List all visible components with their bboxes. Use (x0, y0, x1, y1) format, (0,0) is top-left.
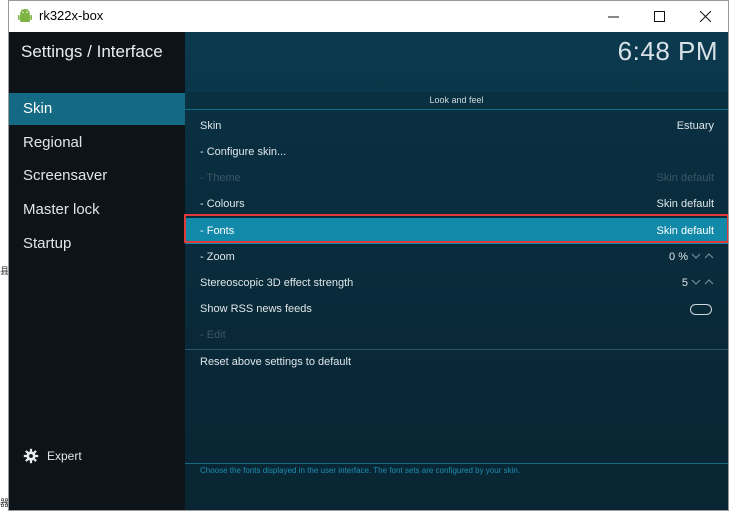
window-title: rk322x-box (39, 8, 104, 23)
setting-label: Stereoscopic 3D effect strength (200, 277, 354, 289)
section-header: Look and feel (429, 95, 484, 105)
clock: 6:48 PM (617, 36, 718, 66)
rss-toggle[interactable] (690, 304, 712, 315)
chevron-up-icon (704, 253, 714, 259)
setting-zoom[interactable]: - Zoom 0 % (185, 244, 728, 270)
chevron-down-icon (691, 253, 701, 259)
setting-label: Skin (200, 120, 222, 132)
sidebar-item-skin[interactable]: Skin (9, 93, 185, 125)
setting-value: 0 % (669, 251, 688, 263)
setting-label: - Edit (200, 329, 226, 341)
setting-stereoscopic-strength[interactable]: Stereoscopic 3D effect strength 5 (185, 270, 728, 296)
settings-main: 6:48 PM Look and feel Skin Estuary - Con… (184, 32, 728, 510)
android-icon (18, 9, 32, 22)
stereo-spinner[interactable] (691, 277, 714, 287)
setting-label: - Theme (200, 172, 241, 184)
settings-sidebar: Settings / Interface Skin Regional Scree… (9, 32, 185, 510)
help-divider (185, 463, 728, 464)
setting-label: Show RSS news feeds (200, 303, 312, 315)
expert-level-button[interactable]: Expert (23, 446, 82, 466)
maximize-button[interactable] (636, 1, 682, 32)
setting-theme: - Theme Skin default (185, 165, 728, 191)
sidebar-item-startup[interactable]: Startup (9, 228, 185, 260)
setting-show-rss[interactable]: Show RSS news feeds (185, 296, 728, 322)
setting-configure-skin[interactable]: - Configure skin... (185, 139, 728, 165)
gear-icon (23, 448, 39, 464)
setting-edit: - Edit (185, 322, 728, 348)
page-title: Settings / Interface (21, 42, 163, 61)
sidebar-item-screensaver[interactable]: Screensaver (9, 160, 185, 192)
maximize-icon (653, 11, 665, 22)
setting-label: - Zoom (200, 251, 235, 263)
settings-panel: Look and feel Skin Estuary - Configure s… (184, 92, 728, 510)
zoom-spinner[interactable] (691, 251, 714, 261)
setting-value: Estuary (676, 120, 714, 132)
help-text: Choose the fonts displayed in the user i… (200, 466, 521, 475)
section-divider (185, 109, 728, 110)
chevron-up-icon (704, 279, 714, 285)
sidebar-item-master-lock[interactable]: Master lock (9, 194, 185, 226)
app-window: rk322x-box Settings / Interface Skin Reg… (8, 0, 729, 511)
reset-settings-button[interactable]: Reset above settings to default (200, 356, 351, 368)
setting-value: Skin default (656, 172, 714, 184)
selection-highlight-border (184, 214, 728, 243)
gutter-char-1: 县 (0, 266, 10, 276)
minimize-icon (607, 16, 619, 18)
kodi-screen: Settings / Interface Skin Regional Scree… (9, 32, 728, 510)
expert-label: Expert (47, 449, 82, 463)
setting-label: - Configure skin... (200, 146, 287, 158)
close-icon (699, 11, 711, 22)
title-bar[interactable]: rk322x-box (9, 1, 728, 32)
close-button[interactable] (682, 1, 728, 32)
setting-value: 5 (681, 277, 688, 289)
gutter-char-2: 器 (0, 498, 10, 508)
reset-divider (185, 349, 728, 350)
sidebar-item-regional[interactable]: Regional (9, 127, 185, 159)
chevron-down-icon (691, 279, 701, 285)
minimize-button[interactable] (590, 1, 636, 32)
setting-skin[interactable]: Skin Estuary (185, 113, 728, 139)
